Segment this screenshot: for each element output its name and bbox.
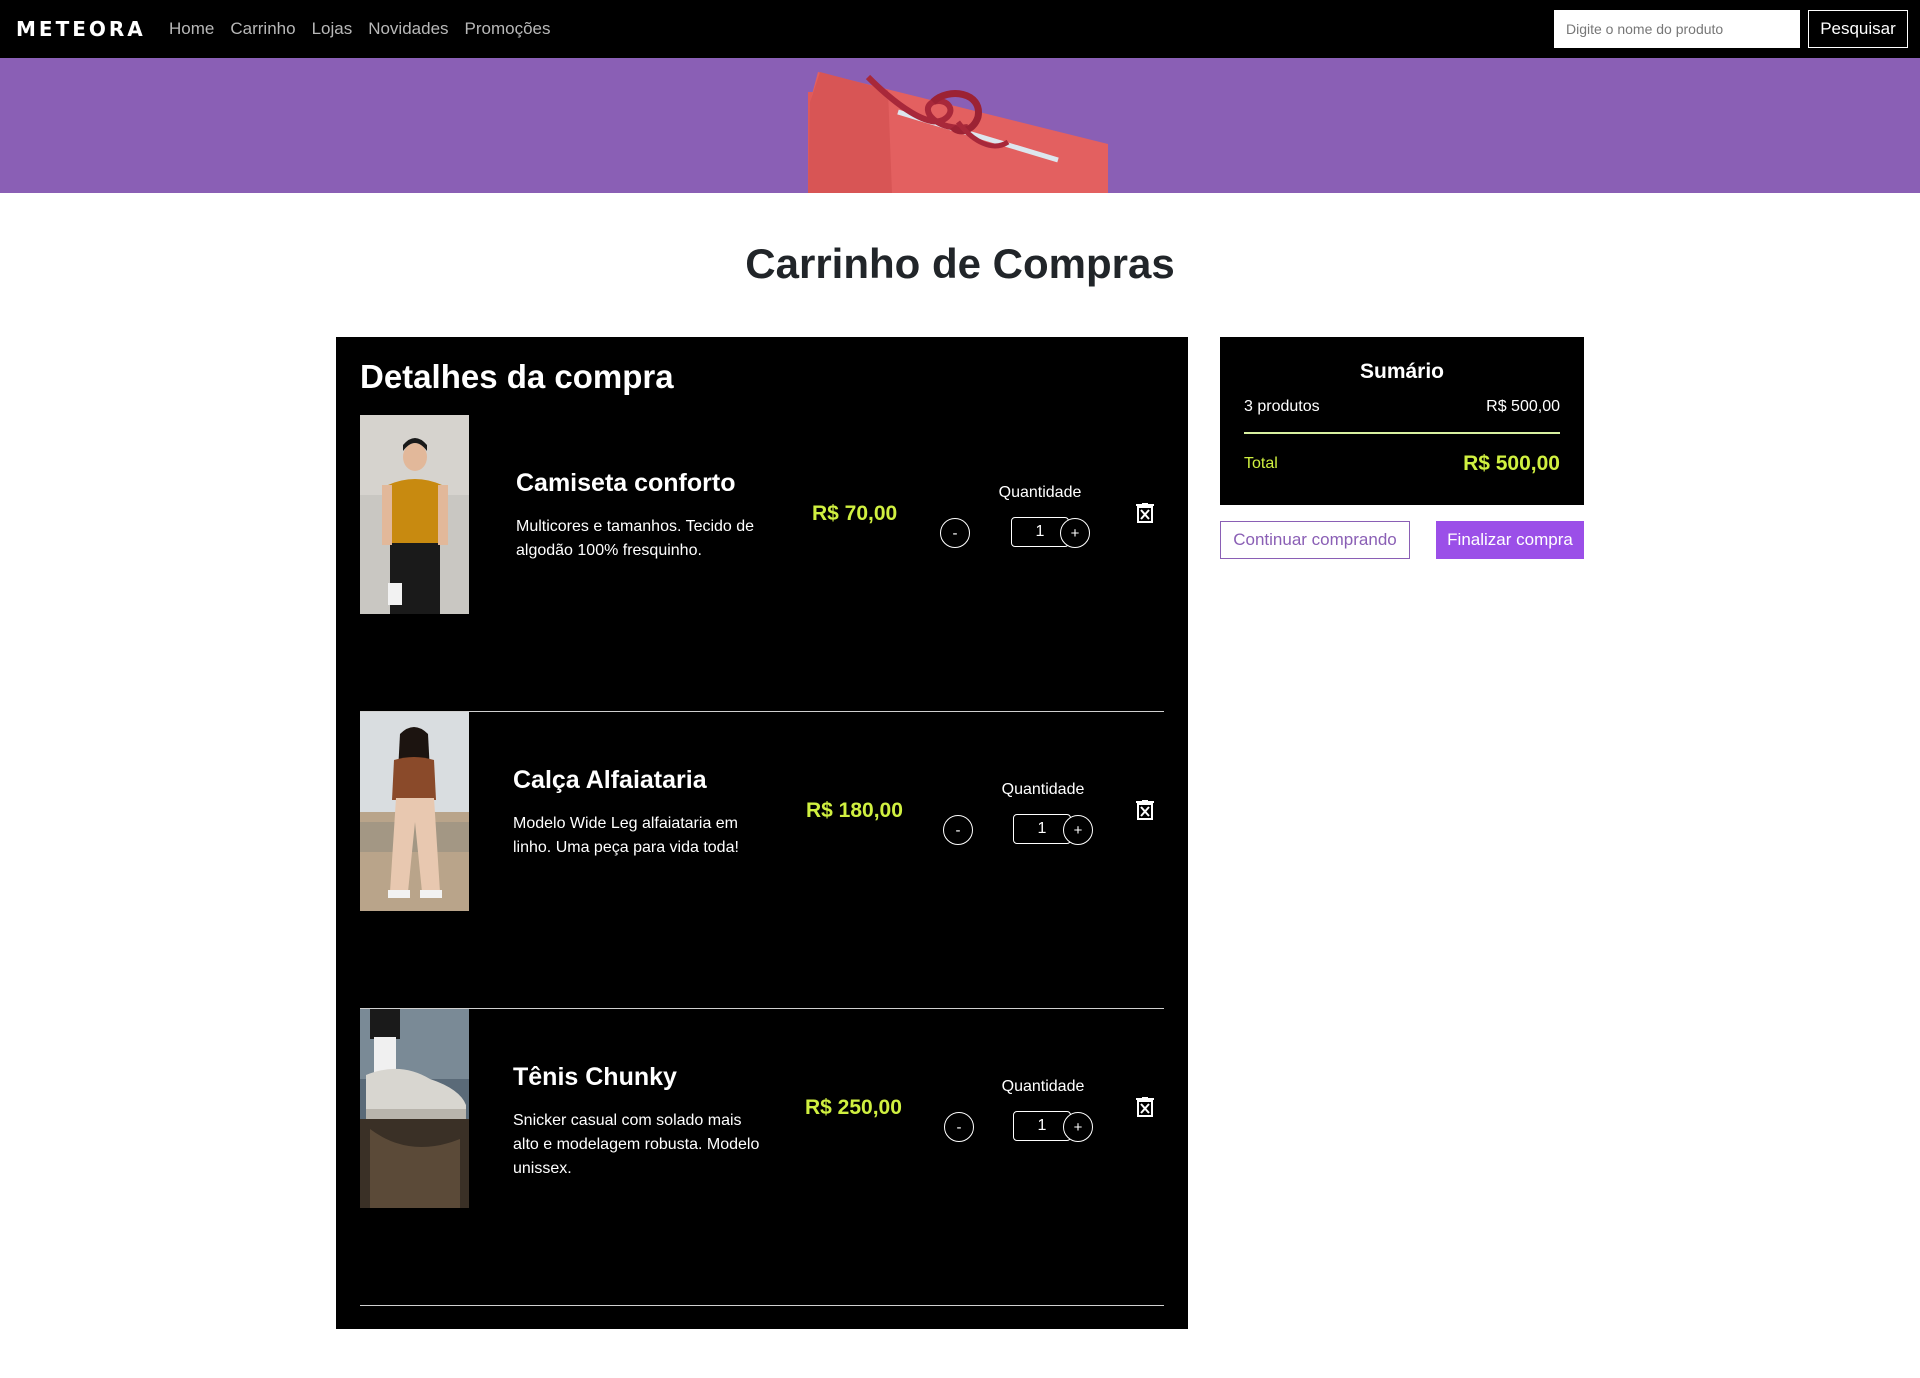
cart-item: Camiseta conforto Multicores e tamanhos.…	[360, 415, 1164, 712]
continue-shopping-button[interactable]: Continuar comprando	[1220, 521, 1410, 559]
item-name: Camiseta conforto	[516, 469, 736, 497]
nav-link-promocoes[interactable]: Promoções	[465, 18, 551, 40]
shopping-bag-image	[808, 72, 1108, 193]
nav-link-novidades[interactable]: Novidades	[368, 18, 448, 40]
summary-divider	[1244, 432, 1560, 434]
details-title: Detalhes da compra	[360, 358, 674, 395]
cart-item: Tênis Chunky Snicker casual com solado m…	[360, 1009, 1164, 1306]
summary-subtotal: R$ 500,00	[1486, 398, 1560, 415]
cart-item: Calça Alfaiataria Modelo Wide Leg alfaia…	[360, 712, 1164, 1009]
product-image-pants[interactable]	[360, 712, 469, 911]
trash-icon[interactable]	[1136, 503, 1154, 523]
nav-link-home[interactable]: Home	[169, 18, 214, 40]
quantity-increase-button[interactable]: +	[1063, 1112, 1093, 1142]
nav-link-carrinho[interactable]: Carrinho	[230, 18, 295, 40]
nav-link-lojas[interactable]: Lojas	[312, 18, 353, 40]
quantity-label: Quantidade	[1001, 781, 1085, 798]
quantity-decrease-button[interactable]: -	[944, 1112, 974, 1142]
trash-icon[interactable]	[1136, 800, 1154, 820]
summary-total-label: Total	[1244, 455, 1278, 472]
product-image-sneakers[interactable]	[360, 1009, 469, 1208]
item-description: Multicores e tamanhos. Tecido de algodão…	[516, 518, 755, 559]
quantity-label: Quantidade	[1001, 1078, 1085, 1095]
quantity-decrease-button[interactable]: -	[940, 518, 970, 548]
summary-title: Sumário	[1359, 360, 1445, 383]
page-title: Carrinho de Compras	[745, 240, 1175, 287]
item-description: Snicker casual com solado mais alto e mo…	[513, 1112, 760, 1177]
item-price: R$ 180,00	[806, 799, 903, 822]
item-price: R$ 70,00	[812, 502, 898, 525]
navbar: METEORA Home Carrinho Lojas Novidades Pr…	[0, 0, 1920, 58]
quantity-decrease-button[interactable]: -	[943, 815, 973, 845]
trash-icon[interactable]	[1136, 1097, 1154, 1117]
quantity-label: Quantidade	[998, 484, 1082, 501]
search-input[interactable]	[1554, 10, 1800, 48]
purchase-details-panel: Detalhes da compra Camiseta conforto Mul…	[336, 337, 1188, 1329]
item-description: Modelo Wide Leg alfaiataria em linho. Um…	[513, 815, 739, 856]
quantity-increase-button[interactable]: +	[1060, 518, 1090, 548]
hero-banner	[0, 58, 1920, 193]
summary-panel: Sumário 3 produtos R$ 500,00 Total R$ 50…	[1220, 337, 1584, 505]
logo[interactable]: METEORA	[16, 17, 146, 41]
summary-product-count: 3 produtos	[1244, 398, 1320, 415]
item-price: R$ 250,00	[805, 1096, 902, 1119]
quantity-increase-button[interactable]: +	[1063, 815, 1093, 845]
summary-total-value: R$ 500,00	[1463, 452, 1560, 475]
search-button[interactable]: Pesquisar	[1808, 10, 1908, 48]
finish-purchase-button[interactable]: Finalizar compra	[1436, 521, 1584, 559]
product-image-tshirt[interactable]	[360, 415, 469, 614]
item-name: Tênis Chunky	[513, 1063, 677, 1091]
item-name: Calça Alfaiataria	[513, 766, 707, 794]
nav-links: Home Carrinho Lojas Novidades Promoções	[169, 18, 551, 40]
